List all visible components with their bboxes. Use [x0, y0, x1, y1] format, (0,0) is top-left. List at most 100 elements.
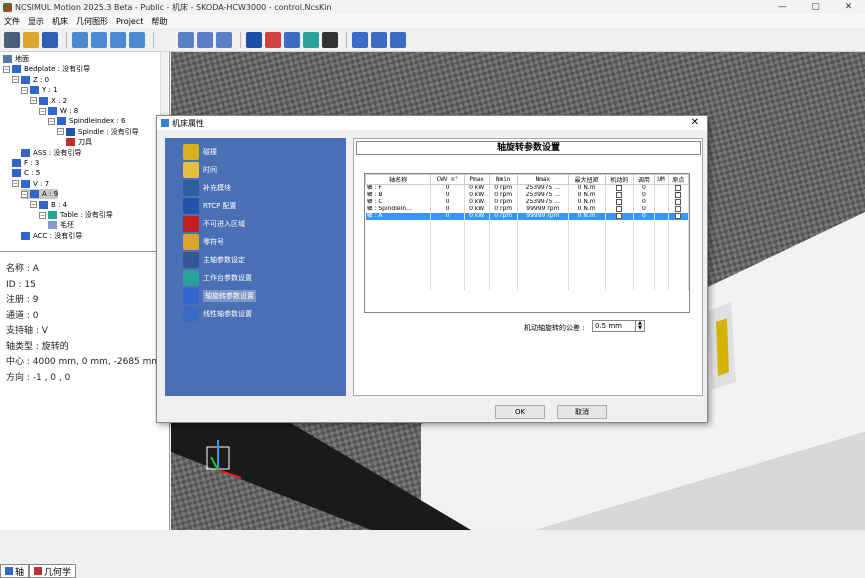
- tree-expand-toggle[interactable]: −: [39, 107, 46, 115]
- nav-item[interactable]: 时间: [183, 162, 217, 178]
- origin-checkbox[interactable]: [675, 212, 682, 219]
- tree-expand-toggle[interactable]: −: [30, 97, 37, 105]
- tree-expand-toggle[interactable]: −: [12, 76, 19, 84]
- toolbar-tool-icon[interactable]: [303, 31, 319, 48]
- tree-node[interactable]: F : 3: [12, 158, 39, 168]
- motor-checkbox[interactable]: [616, 205, 623, 212]
- toolbar-tool-icon[interactable]: [178, 31, 194, 48]
- tolerance-input[interactable]: 0.5 mm: [592, 320, 636, 332]
- tree-node[interactable]: − Spindle : 没有引导: [57, 127, 139, 137]
- toolbar-tool-icon[interactable]: [371, 31, 387, 48]
- column-header[interactable]: CWV n°: [430, 174, 465, 185]
- tab-geometry[interactable]: 几何学: [29, 564, 77, 578]
- tree-node[interactable]: − W : 8: [39, 106, 78, 116]
- toolbar-tool-icon[interactable]: [216, 31, 232, 48]
- toolbar-tool-icon[interactable]: [42, 31, 58, 48]
- toolbar-tool-icon[interactable]: [197, 31, 213, 48]
- column-header[interactable]: 调用: [633, 174, 655, 185]
- origin-checkbox[interactable]: [675, 205, 682, 212]
- nav-item[interactable]: 碰撞: [183, 144, 217, 160]
- column-header[interactable]: Nmax: [516, 174, 569, 185]
- tree-expand-toggle[interactable]: −: [48, 117, 55, 125]
- maximize-button[interactable]: ▢: [799, 0, 832, 14]
- menu-view[interactable]: 显示: [28, 16, 44, 27]
- toolbar-tool-icon[interactable]: [265, 31, 281, 48]
- toolbar-tool-icon[interactable]: [246, 31, 262, 48]
- toolbar-tool-icon[interactable]: [284, 31, 300, 48]
- motor-checkbox[interactable]: [616, 191, 623, 198]
- tree-node[interactable]: − X : 2: [30, 96, 67, 106]
- toolbar-tool-icon[interactable]: [352, 31, 368, 48]
- column-header[interactable]: 原点: [667, 174, 689, 185]
- menu-help[interactable]: 帮助: [151, 16, 167, 27]
- tree-node[interactable]: − Table : 没有引导: [39, 210, 113, 220]
- toolbar-tool-icon[interactable]: [322, 31, 338, 48]
- nav-item[interactable]: 主轴参数设定: [183, 252, 245, 268]
- toolbar-tool-icon[interactable]: [91, 31, 107, 48]
- nav-item[interactable]: RTCP 配置: [183, 198, 237, 214]
- tree-node[interactable]: − Bedplate : 没有引导: [3, 64, 90, 74]
- motor-checkbox[interactable]: [616, 198, 623, 205]
- tree-expand-toggle[interactable]: −: [30, 201, 37, 209]
- tree-node[interactable]: − B : 4: [30, 200, 67, 210]
- tree-node[interactable]: − Z : 0: [12, 75, 49, 85]
- tree-node[interactable]: ASS : 没有引导: [21, 148, 81, 158]
- tree-expand-toggle[interactable]: −: [21, 86, 28, 94]
- tree-node[interactable]: 毛坯: [48, 220, 74, 230]
- menu-project[interactable]: Project: [116, 17, 143, 26]
- tree-node[interactable]: − A : 9: [21, 189, 59, 200]
- rotary-axis-table[interactable]: 轴名称 CWV n° Pmax Nmin Nmax 最大扭矩 机动的 调用 UM 原点 轴 : F…: [364, 173, 690, 313]
- column-header[interactable]: 最大扭矩: [567, 174, 606, 185]
- nav-item[interactable]: 工作台参数设置: [183, 270, 252, 286]
- nav-item[interactable]: 轴旋转参数设置: [183, 288, 256, 304]
- tree-node[interactable]: ACC : 没有引导: [21, 231, 82, 241]
- tree-node[interactable]: C : 5: [12, 168, 40, 178]
- tree-expand-toggle[interactable]: −: [12, 180, 19, 188]
- toolbar-tool-icon[interactable]: [159, 31, 175, 48]
- tree-node[interactable]: 刀具: [66, 137, 92, 147]
- column-header[interactable]: 轴名称: [365, 174, 432, 185]
- table-row[interactable]: 轴 : SpindleIn... 0 0 kW 0 rpm 99999 rpm 0 N.m…: [365, 205, 689, 213]
- toolbar-tool-icon[interactable]: [23, 31, 39, 48]
- menu-geometry[interactable]: 几何图形: [76, 16, 108, 27]
- menu-file[interactable]: 文件: [4, 16, 20, 27]
- tree-expand-toggle[interactable]: −: [21, 190, 28, 198]
- dialog-close-icon[interactable]: ✕: [691, 117, 699, 128]
- column-header[interactable]: Pmax: [463, 174, 490, 185]
- motor-checkbox[interactable]: [616, 185, 623, 191]
- tree-node[interactable]: − SpindleIndex : 6: [48, 116, 126, 126]
- toolbar-tool-icon[interactable]: [129, 31, 145, 48]
- column-header[interactable]: UM: [653, 174, 669, 185]
- close-window-button[interactable]: ✕: [832, 0, 865, 14]
- tree-expand-toggle[interactable]: −: [3, 65, 10, 73]
- tree-node[interactable]: − V : 7: [12, 179, 49, 189]
- nav-item[interactable]: 线性轴参数设置: [183, 306, 252, 322]
- origin-checkbox[interactable]: [675, 192, 681, 198]
- toolbar-tool-icon[interactable]: [110, 31, 126, 48]
- motor-checkbox[interactable]: [616, 212, 623, 219]
- ok-button[interactable]: OK: [495, 405, 545, 419]
- menu-machine[interactable]: 机床: [52, 16, 68, 27]
- table-row[interactable]: 轴 : B00 kW 0 rpm 2539975 ... 0 N.m 0: [365, 191, 689, 199]
- column-header[interactable]: 机动的: [604, 174, 635, 185]
- column-header[interactable]: Nmin: [488, 174, 518, 185]
- cancel-button[interactable]: 取消: [557, 405, 607, 419]
- toolbar-tool-icon[interactable]: [390, 31, 406, 48]
- toolbar-tool-icon[interactable]: [4, 31, 20, 48]
- tree-expand-toggle[interactable]: −: [39, 211, 46, 219]
- table-row[interactable]: 轴 : C00 kW 0 rpm 2539975 ... 0 N.m 0: [365, 198, 689, 206]
- tree-node[interactable]: 地面: [3, 54, 29, 64]
- tree-expand-toggle[interactable]: −: [57, 128, 64, 136]
- tolerance-spinner[interactable]: ▲ ▼: [636, 320, 645, 332]
- minimize-button[interactable]: —: [766, 0, 799, 14]
- origin-checkbox[interactable]: [675, 185, 682, 191]
- tab-axis[interactable]: 轴: [0, 564, 30, 578]
- table-row[interactable]: 轴 : A00 kW 0 rpm 99999 rpm 0 N.m 0: [365, 212, 689, 220]
- tree-node[interactable]: − Y : 1: [21, 85, 58, 95]
- origin-checkbox[interactable]: [675, 198, 682, 205]
- nav-item[interactable]: 补充模块: [183, 180, 231, 196]
- table-row[interactable]: 轴 : F00 kW 0 rpm 2539975 ... 0 N.m 0: [365, 184, 689, 192]
- toolbar-tool-icon[interactable]: [72, 31, 88, 48]
- nav-item[interactable]: 不可进入区域: [183, 216, 245, 232]
- nav-item[interactable]: 零符号: [183, 234, 224, 250]
